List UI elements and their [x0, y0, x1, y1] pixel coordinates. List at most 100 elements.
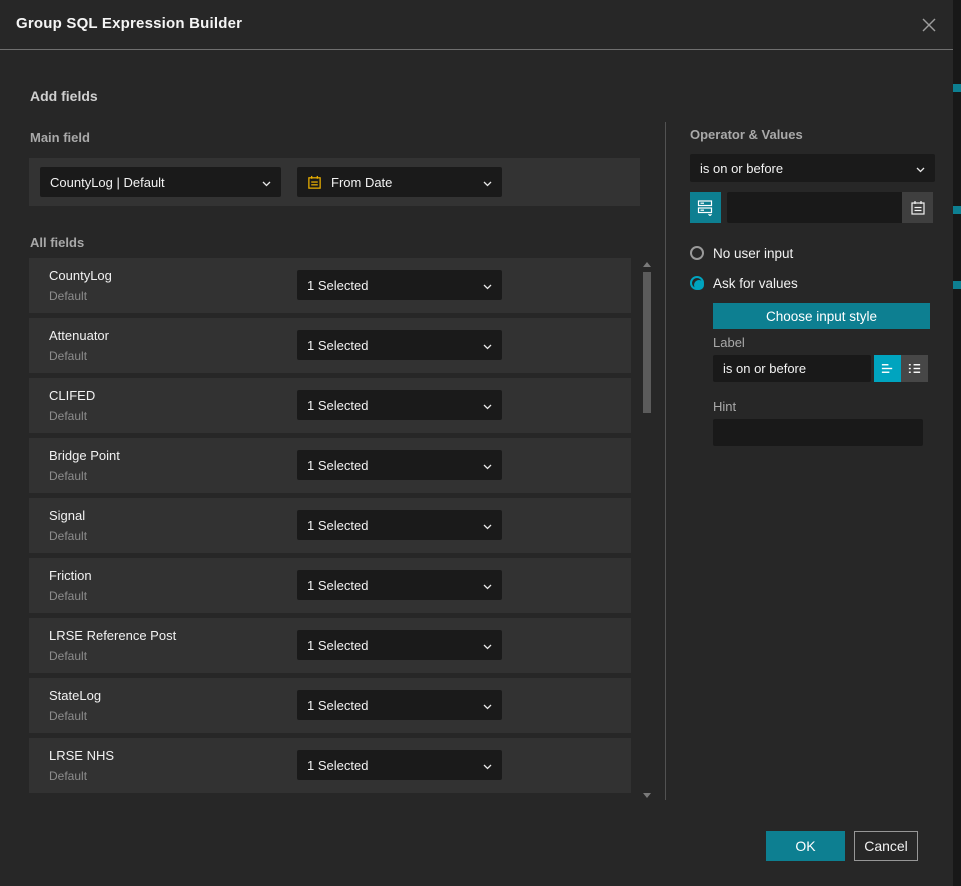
operator-values-heading: Operator & Values	[690, 127, 803, 142]
field-subtitle: Default	[49, 469, 87, 483]
field-name: Signal	[49, 508, 85, 523]
field-name: CountyLog	[49, 268, 112, 283]
field-row: Friction Default 1 Selected	[29, 558, 631, 613]
all-fields-label: All fields	[30, 235, 84, 250]
field-subtitle: Default	[49, 289, 87, 303]
background-accent-mark	[953, 281, 961, 289]
field-row: CLIFED Default 1 Selected	[29, 378, 631, 433]
input-style-toggle-group	[874, 355, 928, 382]
field-selected-dropdown[interactable]: 1 Selected	[297, 690, 502, 720]
value-input-wrap	[727, 192, 933, 223]
field-selected-dropdown[interactable]: 1 Selected	[297, 570, 502, 600]
field-subtitle: Default	[49, 649, 87, 663]
chevron-down-icon	[483, 278, 492, 293]
chevron-down-icon	[483, 175, 492, 190]
operator-select-value: is on or before	[700, 161, 783, 176]
field-name: CLIFED	[49, 388, 95, 403]
background-edge-strip	[953, 0, 961, 886]
main-field-select[interactable]: From Date	[297, 167, 502, 197]
scrollbar-thumb[interactable]	[643, 272, 651, 413]
main-layer-select[interactable]: CountyLog | Default	[40, 167, 281, 197]
radio-ask-for-values-label: Ask for values	[713, 276, 798, 291]
field-row: Bridge Point Default 1 Selected	[29, 438, 631, 493]
chevron-down-icon	[483, 578, 492, 593]
chevron-down-icon	[483, 758, 492, 773]
dialog-title: Group SQL Expression Builder	[16, 15, 242, 32]
chevron-down-icon	[483, 338, 492, 353]
main-field-label: Main field	[30, 130, 90, 145]
operator-select[interactable]: is on or before	[690, 154, 935, 182]
label-input[interactable]	[713, 355, 871, 382]
field-selected-value: 1 Selected	[307, 518, 368, 533]
close-icon[interactable]	[919, 15, 939, 35]
fields-list-scrollbar[interactable]	[641, 258, 653, 800]
field-subtitle: Default	[49, 529, 87, 543]
main-field-select-value: From Date	[331, 175, 392, 190]
main-field-row: CountyLog | Default From Date	[29, 158, 640, 206]
field-subtitle: Default	[49, 709, 87, 723]
field-selected-value: 1 Selected	[307, 278, 368, 293]
chevron-down-icon	[262, 175, 271, 190]
field-selected-dropdown[interactable]: 1 Selected	[297, 270, 502, 300]
background-accent-mark	[953, 84, 961, 92]
field-selected-value: 1 Selected	[307, 638, 368, 653]
label-caption: Label	[713, 335, 745, 350]
field-selected-dropdown[interactable]: 1 Selected	[297, 390, 502, 420]
field-row: CountyLog Default 1 Selected	[29, 258, 631, 313]
ok-button[interactable]: OK	[766, 831, 845, 861]
radio-no-user-input[interactable]: No user input	[690, 245, 793, 261]
chevron-down-icon	[916, 161, 925, 176]
field-name: Friction	[49, 568, 92, 583]
field-name: LRSE NHS	[49, 748, 114, 763]
field-subtitle: Default	[49, 349, 87, 363]
hint-caption: Hint	[713, 399, 736, 414]
group-sql-expression-builder-dialog: Group SQL Expression Builder Add fields …	[0, 0, 961, 886]
field-name: Attenuator	[49, 328, 109, 343]
field-selected-value: 1 Selected	[307, 338, 368, 353]
chevron-down-icon	[483, 398, 492, 413]
field-selected-dropdown[interactable]: 1 Selected	[297, 510, 502, 540]
chevron-down-icon	[483, 638, 492, 653]
chevron-down-icon	[483, 458, 492, 473]
field-selected-value: 1 Selected	[307, 578, 368, 593]
all-fields-list: CountyLog Default 1 Selected Attenuator …	[29, 258, 631, 798]
radio-no-user-input-label: No user input	[713, 246, 793, 261]
field-name: Bridge Point	[49, 448, 120, 463]
chevron-down-icon	[483, 518, 492, 533]
field-row: Attenuator Default 1 Selected	[29, 318, 631, 373]
scroll-down-icon[interactable]	[643, 793, 651, 798]
field-selected-value: 1 Selected	[307, 698, 368, 713]
field-subtitle: Default	[49, 769, 87, 783]
field-row: StateLog Default 1 Selected	[29, 678, 631, 733]
field-selected-dropdown[interactable]: 1 Selected	[297, 330, 502, 360]
field-row: LRSE Reference Post Default 1 Selected	[29, 618, 631, 673]
add-fields-heading: Add fields	[30, 88, 98, 104]
hint-input[interactable]	[713, 419, 923, 446]
field-subtitle: Default	[49, 589, 87, 603]
background-accent-mark	[953, 206, 961, 214]
cancel-button[interactable]: Cancel	[854, 831, 918, 861]
field-name: StateLog	[49, 688, 101, 703]
value-row	[690, 192, 933, 223]
align-left-icon[interactable]	[874, 355, 901, 382]
radio-circle-icon	[690, 246, 704, 260]
unique-values-icon[interactable]	[690, 192, 721, 223]
choose-input-style-button[interactable]: Choose input style	[713, 303, 930, 329]
dialog-titlebar: Group SQL Expression Builder	[0, 0, 953, 50]
field-selected-dropdown[interactable]: 1 Selected	[297, 450, 502, 480]
field-row: Signal Default 1 Selected	[29, 498, 631, 553]
radio-circle-icon	[690, 276, 704, 290]
field-selected-dropdown[interactable]: 1 Selected	[297, 750, 502, 780]
field-selected-value: 1 Selected	[307, 458, 368, 473]
main-layer-select-value: CountyLog | Default	[50, 175, 165, 190]
field-selected-value: 1 Selected	[307, 398, 368, 413]
field-row: LRSE NHS Default 1 Selected	[29, 738, 631, 793]
radio-ask-for-values[interactable]: Ask for values	[690, 275, 798, 291]
chevron-down-icon	[483, 698, 492, 713]
scroll-up-icon[interactable]	[643, 262, 651, 267]
calendar-icon[interactable]	[902, 192, 933, 223]
list-icon[interactable]	[901, 355, 928, 382]
field-selected-dropdown[interactable]: 1 Selected	[297, 630, 502, 660]
field-name: LRSE Reference Post	[49, 628, 176, 643]
field-selected-value: 1 Selected	[307, 758, 368, 773]
